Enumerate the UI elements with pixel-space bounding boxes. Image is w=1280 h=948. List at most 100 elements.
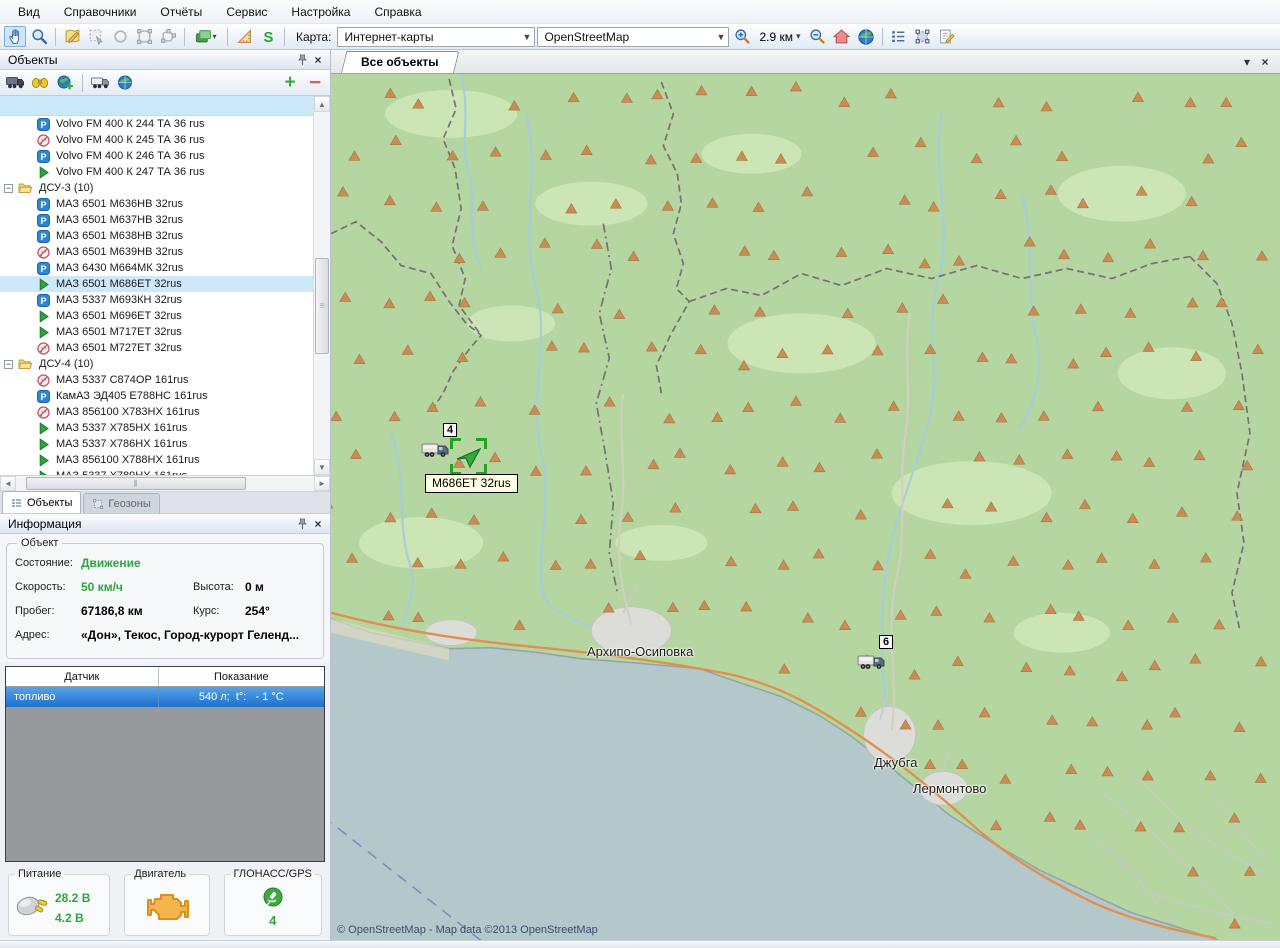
tree-item[interactable]: МАЗ 856100 Х788НХ 161rus <box>0 452 313 468</box>
scroll-down-icon[interactable]: ▼ <box>314 459 330 475</box>
tree-item-label: МАЗ 6501 М686ЕТ 32rus <box>56 278 182 290</box>
tree-item[interactable]: МАЗ 6501 М639НВ 32rus <box>0 244 313 260</box>
scroll-left-icon[interactable]: ◄ <box>0 476 16 491</box>
chevron-down-icon: ▼ <box>717 32 726 42</box>
tree-item[interactable]: МАЗ 6501 М686ЕТ 32rus <box>0 276 313 292</box>
course-label: Курс: <box>193 605 245 617</box>
status-parking-icon: P <box>36 390 51 403</box>
tree-item-label: МАЗ 856100 Х783НХ 161rus <box>56 406 200 418</box>
map-tab-label: Все объекты <box>361 55 438 69</box>
tab-list-dropdown-icon[interactable]: ▾ <box>1238 53 1256 71</box>
map-provider-select[interactable]: OpenStreetMap▼ <box>537 27 729 47</box>
draw-rectangle-icon[interactable] <box>133 26 155 47</box>
globe-icon[interactable] <box>114 72 136 93</box>
zoom-out-icon[interactable] <box>807 26 829 47</box>
route-icon[interactable]: S <box>257 26 279 47</box>
scale-select[interactable]: 2.9 км▾ <box>755 26 804 47</box>
expander-icon[interactable]: − <box>4 360 13 369</box>
remove-object-icon[interactable]: − <box>304 72 326 93</box>
measure-triangle-icon[interactable] <box>233 26 255 47</box>
vehicle-icon[interactable] <box>89 72 111 93</box>
selected-vehicle-marker[interactable] <box>450 438 487 475</box>
close-icon[interactable]: × <box>310 516 326 531</box>
menu-item-3[interactable]: Сервис <box>214 2 279 22</box>
tree-item[interactable]: МАЗ 5337 Х786НХ 161rus <box>0 436 313 452</box>
tree-item[interactable]: PVolvo FM 400 К 246 ТА 36 rus <box>0 148 313 164</box>
draw-ellipse-icon[interactable] <box>109 26 131 47</box>
tree-item[interactable]: PМАЗ 6501 М638НВ 32rus <box>0 228 313 244</box>
tree-horizontal-scrollbar[interactable]: ◄ ► <box>0 476 330 492</box>
zoom-in-icon[interactable] <box>731 26 753 47</box>
scroll-right-icon[interactable]: ► <box>314 476 330 491</box>
zoom-tool-icon[interactable] <box>28 26 50 47</box>
add-object-icon[interactable]: + <box>279 72 301 93</box>
tree-item-label: МАЗ 6501 М637НВ 32rus <box>56 214 183 226</box>
globe-add-icon[interactable] <box>54 72 76 93</box>
menu-item-5[interactable]: Справка <box>362 2 433 22</box>
internet-globe-icon[interactable] <box>855 26 877 47</box>
tree-item[interactable]: МАЗ 5337 С874ОР 161rus <box>0 372 313 388</box>
tree-item-label: МАЗ 6501 М636НВ 32rus <box>56 198 183 210</box>
menu-item-1[interactable]: Справочники <box>52 2 149 22</box>
tree-item[interactable]: МАЗ 6501 М727ЕТ 32rus <box>0 340 313 356</box>
vehicle-tooltip: М686ЕТ 32rus <box>425 474 518 493</box>
geozones-frame-icon[interactable] <box>912 26 934 47</box>
pin-icon[interactable] <box>294 516 310 531</box>
tree-top-selected-row[interactable] <box>0 96 313 116</box>
map-canvas[interactable]: Архипо-ОсиповкаДжубгаЛермонтово46М686ЕТ … <box>331 74 1280 940</box>
map-type-select[interactable]: Интернет-карты▼ <box>337 27 535 47</box>
status-moving-icon <box>36 422 51 435</box>
tree-item[interactable]: МАЗ 856100 Х783НХ 161rus <box>0 404 313 420</box>
status-moving-icon <box>36 326 51 339</box>
svg-text:P: P <box>40 120 46 130</box>
tree-item[interactable]: PМАЗ 6501 М636НВ 32rus <box>0 196 313 212</box>
binoculars-icon[interactable] <box>29 72 51 93</box>
menu-item-2[interactable]: Отчёты <box>148 2 214 22</box>
scroll-thumb[interactable] <box>315 258 329 354</box>
pan-tool-icon[interactable] <box>4 26 26 47</box>
sensors-table-header: Датчик Показание <box>6 667 324 687</box>
tree-item[interactable]: МАЗ 5337 Х785НХ 161rus <box>0 420 313 436</box>
sensor-row-fuel[interactable]: топливо 540 л; t°: - 1 °С <box>6 687 324 707</box>
home-icon[interactable] <box>831 26 853 47</box>
tree-item[interactable]: Volvo FM 400 К 245 ТА 36 rus <box>0 132 313 148</box>
menu-item-4[interactable]: Настройка <box>279 2 362 22</box>
edit-selection-icon[interactable] <box>85 26 107 47</box>
close-map-tab-icon[interactable]: × <box>1256 53 1274 71</box>
tab-objects[interactable]: Объекты <box>2 491 81 513</box>
tree-item[interactable]: МАЗ 5337 Х789НХ 161rus <box>0 468 313 475</box>
tree-item[interactable]: PVolvo FM 400 К 244 ТА 36 rus <box>0 116 313 132</box>
menu-item-0[interactable]: Вид <box>6 2 52 22</box>
tree-item-label: МАЗ 6501 М639НВ 32rus <box>56 246 183 258</box>
draw-polygon-icon[interactable] <box>157 26 179 47</box>
legend-list-icon[interactable] <box>888 26 910 47</box>
vehicle-marker-1[interactable]: 6 <box>857 652 891 672</box>
tree-item[interactable]: МАЗ 6501 М696ЕТ 32rus <box>0 308 313 324</box>
tree-item[interactable]: Volvo FM 400 К 247 ТА 36 rus <box>0 164 313 180</box>
tree-item-label: МАЗ 6501 М727ЕТ 32rus <box>56 342 182 354</box>
objects-toolbar: + − <box>0 70 330 96</box>
scroll-up-icon[interactable]: ▲ <box>314 96 330 112</box>
map-tab-all-objects[interactable]: Все объекты <box>341 51 454 73</box>
tree-item[interactable]: PМАЗ 6501 М637НВ 32rus <box>0 212 313 228</box>
folder-icon <box>17 182 34 194</box>
tree-item[interactable]: МАЗ 6501 М717ЕТ 32rus <box>0 324 313 340</box>
tree-item[interactable]: PМАЗ 6430 М664МК 32rus <box>0 260 313 276</box>
scroll-thumb[interactable] <box>26 477 246 490</box>
tree-vertical-scrollbar[interactable]: ▲ ▼ <box>313 96 330 475</box>
tab-geozones[interactable]: Геозоны <box>83 493 159 513</box>
close-icon[interactable]: × <box>310 52 326 67</box>
vehicle-search-icon[interactable] <box>4 72 26 93</box>
tree-item[interactable]: PМАЗ 5337 М693КН 32rus <box>0 292 313 308</box>
tree-item[interactable]: PКамАЗ ЭД405 Е788НС 161rus <box>0 388 313 404</box>
edit-map-icon[interactable] <box>61 26 83 47</box>
status-parking-icon: P <box>36 230 51 243</box>
tree-group[interactable]: −ДСУ-4 (10) <box>0 356 313 372</box>
layers-icon[interactable]: ▾ <box>190 26 222 47</box>
map-attribution: © OpenStreetMap - Map data ©2013 OpenStr… <box>337 924 598 936</box>
expander-icon[interactable]: − <box>4 184 13 193</box>
pin-icon[interactable] <box>294 52 310 67</box>
status-offline-icon <box>36 342 51 355</box>
tree-group[interactable]: −ДСУ-3 (10) <box>0 180 313 196</box>
notes-edit-icon[interactable] <box>936 26 958 47</box>
